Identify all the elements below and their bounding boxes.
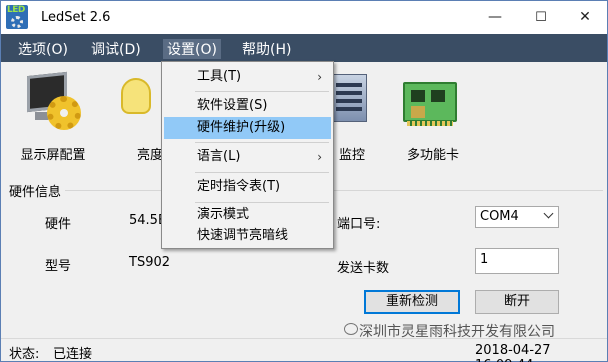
app-logo-gear-icon [11,16,23,28]
model-label: 型号 [45,259,72,274]
section-divider [65,190,603,191]
close-button[interactable]: ✕ [563,1,607,34]
menu-item-tools-label: 工具(T) [197,69,242,84]
port-select[interactable]: COM4 [475,206,559,228]
tool-label-display-config: 显示屏配置 [20,148,86,163]
tool-brightness[interactable]: 亮度 [113,68,164,163]
tool-label-monitoring: 监控 [339,148,366,163]
menu-item-tools[interactable]: 工具(T) › [164,66,331,88]
hardware-label: 硬件 [45,217,72,232]
menu-separator [195,172,329,173]
app-logo-text: LED [7,5,25,15]
settings-dropdown-menu: 工具(T) › 软件设置(S) 硬件维护(升级) 语言(L) › 定时指令表(T… [161,61,334,249]
menu-separator [195,91,329,92]
ledset-window: LED LedSet 2.6 — ☐ ✕ 选项(O) 调试(D) 设置(O) 帮… [0,0,608,362]
menu-bar: 选项(O) 调试(D) 设置(O) 帮助(H) [1,34,607,62]
menu-debug[interactable]: 调试(D) [91,39,141,59]
maximize-button[interactable]: ☐ [519,1,563,34]
send-card-count-field[interactable]: 1 [475,248,559,274]
status-bar: 状态: 已连接 2018-04-27 16:09:44 [1,338,607,362]
menu-separator [195,142,329,143]
app-logo-icon: LED [6,5,28,29]
chevron-down-icon [543,208,554,219]
menu-item-language[interactable]: 语言(L) › [164,146,331,168]
multifunction-card-icon [403,82,457,126]
model-value: TS902 [129,255,171,270]
disconnect-button[interactable]: 断开 [475,290,559,314]
menu-item-quick-brightness-line-label: 快速调节亮暗线 [197,228,289,243]
status-value: 已连接 [53,347,93,362]
menu-item-demo-mode-label: 演示模式 [197,207,250,222]
submenu-arrow-icon: › [317,150,322,164]
menu-item-timed-command-table[interactable]: 定时指令表(T) [164,176,331,198]
status-datetime: 2018-04-27 16:09:44 [475,343,551,362]
tool-multifunction-card[interactable]: 多功能卡 [395,68,471,163]
menu-help[interactable]: 帮助(H) [242,39,291,59]
monitor-server-icon [331,74,367,122]
menu-item-software-settings[interactable]: 软件设置(S) [164,95,331,117]
window-title: LedSet 2.6 [41,10,111,25]
tool-label-brightness: 亮度 [137,148,164,163]
menu-item-hardware-maintenance[interactable]: 硬件维护(升级) [164,117,331,139]
menu-item-timed-command-table-label: 定时指令表(T) [197,179,281,194]
redetect-button[interactable]: 重新检测 [364,290,460,314]
status-label: 状态: [9,347,40,362]
menu-separator [195,202,329,203]
tool-display-config[interactable]: 显示屏配置 [7,68,99,163]
menu-item-hardware-maintenance-label: 硬件维护(升级) [197,120,286,135]
send-card-count-value: 1 [480,252,489,267]
menu-options[interactable]: 选项(O) [18,39,68,59]
gear-icon [47,96,81,130]
port-label: 端口号: [337,217,381,232]
menu-item-demo-mode[interactable]: 演示模式 [164,204,331,226]
menu-item-quick-brightness-line[interactable]: 快速调节亮暗线 [164,225,331,247]
menu-item-language-label: 语言(L) [197,149,241,164]
menu-item-software-settings-label: 软件设置(S) [197,98,268,113]
brightness-icon [121,78,151,114]
minimize-button[interactable]: — [473,1,517,34]
wechat-icon [344,323,358,335]
send-card-label: 发送卡数 [337,261,390,276]
title-bar: LED LedSet 2.6 — ☐ ✕ [1,1,607,34]
menu-settings[interactable]: 设置(O) [163,39,221,59]
section-title-hardware-info: 硬件信息 [9,185,62,200]
tool-label-multifunction-card: 多功能卡 [406,148,459,163]
submenu-arrow-icon: › [317,70,322,84]
port-select-value: COM4 [480,209,519,224]
